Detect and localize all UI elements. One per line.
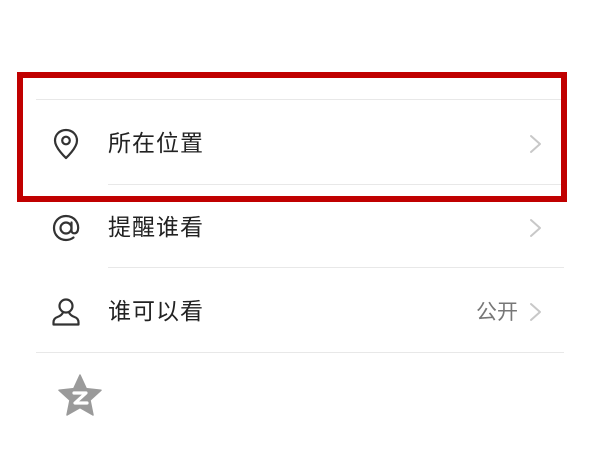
divider-3 xyxy=(36,352,564,353)
location-pin-icon xyxy=(53,128,79,160)
person-icon xyxy=(52,298,80,326)
visibility-row[interactable]: 谁可以看 公开 xyxy=(0,270,600,354)
at-sign-icon xyxy=(52,214,80,242)
chevron-right-icon xyxy=(530,219,541,237)
location-row[interactable]: 所在位置 xyxy=(0,102,600,186)
post-settings-screen: 所在位置 提醒谁看 谁可以看 公开 xyxy=(0,0,600,451)
chevron-right-icon xyxy=(530,135,541,153)
mention-label: 提醒谁看 xyxy=(108,215,204,241)
visibility-value: 公开 xyxy=(476,300,518,324)
qzone-star-icon[interactable] xyxy=(56,372,104,420)
chevron-right-icon xyxy=(530,303,541,321)
mention-row[interactable]: 提醒谁看 xyxy=(0,186,600,270)
visibility-label: 谁可以看 xyxy=(108,299,204,325)
location-label: 所在位置 xyxy=(108,131,204,157)
divider-2 xyxy=(108,267,564,268)
divider-1 xyxy=(108,184,564,185)
divider-top xyxy=(36,99,564,100)
